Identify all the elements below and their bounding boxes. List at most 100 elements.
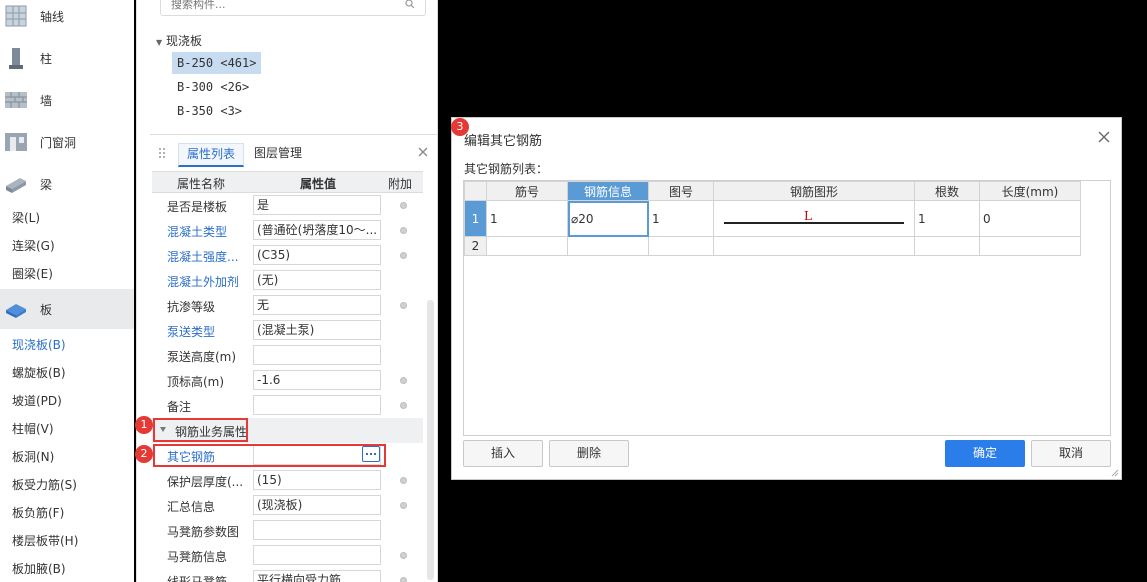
prop-row-remark: 备注 [152, 393, 423, 418]
drag-handle-icon[interactable] [158, 147, 166, 159]
nav-cat-label: 柱 [40, 51, 53, 66]
extra-checkbox[interactable] [400, 552, 407, 559]
rebar-grid: 筋号 钢筋信息 图号 钢筋图形 根数 长度(mm) 1 1 ⌀20 1 L 1 … [463, 180, 1111, 436]
cell-figure-no[interactable]: 1 [648, 200, 714, 237]
prop-row-concrete-type: 混凝土类型 (普通砼(坍落度10～... [152, 218, 423, 243]
cell-rebar-shape[interactable]: L [713, 200, 915, 237]
prop-value[interactable] [253, 545, 381, 565]
tree-item-b300[interactable]: B-300 <26> [172, 76, 254, 98]
nav-item-beam-l[interactable]: 梁(L) [12, 210, 40, 226]
nav-cat-label: 轴线 [40, 9, 65, 24]
cell-bar-no[interactable] [486, 236, 568, 256]
insert-button[interactable]: 插入 [463, 440, 543, 467]
nav-cat-column[interactable]: 柱 [0, 38, 134, 78]
row-index[interactable]: 1 [464, 200, 487, 237]
door-window-icon [5, 133, 27, 151]
nav-item-slab-haunch[interactable]: 板加腋(B) [12, 561, 66, 577]
nav-item-spiral-slab[interactable]: 螺旋板(B) [12, 365, 66, 381]
nav-item-cast-slab[interactable]: 现浇板(B) [12, 337, 66, 353]
col-bar-no[interactable]: 筋号 [486, 181, 568, 201]
prop-value[interactable]: -1.6 [253, 370, 381, 390]
prop-name[interactable]: 混凝土类型 [167, 223, 253, 240]
tree-item-b250[interactable]: B-250 <461> [172, 52, 262, 74]
prop-value[interactable]: (C35) [253, 245, 381, 265]
prop-value[interactable]: (现浇板) [253, 495, 381, 515]
tree-item-b350[interactable]: B-350 <3> [172, 100, 247, 122]
cancel-button[interactable]: 取消 [1031, 440, 1111, 467]
extra-checkbox[interactable] [400, 202, 407, 209]
cell-rebar-info[interactable]: ⌀20 [567, 200, 649, 237]
close-icon[interactable] [418, 147, 428, 157]
search-icon[interactable] [405, 0, 415, 9]
tab-layer-management[interactable]: 图层管理 [246, 143, 310, 167]
cell-length[interactable]: 0 [979, 200, 1081, 237]
extra-checkbox[interactable] [400, 227, 407, 234]
prop-name: 备注 [167, 400, 192, 414]
cell-rebar-shape[interactable] [713, 236, 915, 256]
nav-cat-label: 门窗洞 [40, 135, 77, 150]
tab-property-list[interactable]: 属性列表 [178, 143, 245, 167]
prop-value[interactable] [253, 395, 381, 415]
extra-checkbox[interactable] [400, 477, 407, 484]
prop-row-chair-bar-info: 马凳筋信息 [152, 543, 423, 568]
extra-checkbox[interactable] [400, 577, 407, 582]
prop-name: 马凳筋信息 [167, 550, 228, 564]
extra-checkbox[interactable] [400, 302, 407, 309]
prop-name: 抗渗等级 [167, 300, 216, 314]
nav-cat-beam[interactable]: 梁 [0, 164, 134, 204]
cell-length[interactable] [979, 236, 1081, 256]
nav-item-ring-beam[interactable]: 圈梁(E) [12, 266, 53, 282]
prop-value[interactable]: 是 [253, 195, 381, 215]
col-length[interactable]: 长度(mm) [979, 181, 1081, 201]
cell-bar-no[interactable]: 1 [486, 200, 568, 237]
prop-name[interactable]: 混凝土外加剂 [167, 273, 253, 290]
col-rebar-shape[interactable]: 钢筋图形 [713, 181, 915, 201]
cell-figure-no[interactable] [648, 236, 714, 256]
nav-item-coupling-beam[interactable]: 连梁(G) [12, 238, 55, 254]
cell-count[interactable] [914, 236, 980, 256]
search-input[interactable] [171, 0, 391, 13]
nav-item-slab-strip[interactable]: 楼层板带(H) [12, 533, 78, 549]
row-index[interactable]: 2 [464, 236, 487, 256]
cell-count[interactable]: 1 [914, 200, 980, 237]
column-icon [9, 48, 23, 69]
table-header-row: 筋号 钢筋信息 图号 钢筋图形 根数 长度(mm) [464, 181, 1081, 201]
prop-row-impermeability: 抗渗等级 无 [152, 293, 423, 318]
col-figure-no[interactable]: 图号 [648, 181, 714, 201]
nav-cat-slab[interactable]: 板 [0, 289, 134, 329]
extra-checkbox[interactable] [400, 252, 407, 259]
col-count[interactable]: 根数 [914, 181, 980, 201]
nav-item-column-cap[interactable]: 柱帽(V) [12, 421, 54, 437]
prop-name: 线形马凳筋... [167, 575, 239, 582]
nav-item-slab-main-rebar[interactable]: 板受力筋(S) [12, 477, 77, 493]
ok-button[interactable]: 确定 [945, 440, 1025, 467]
prop-value[interactable]: (混凝土泵) [253, 320, 381, 340]
nav-item-slab-hole[interactable]: 板洞(N) [12, 449, 54, 465]
prop-value[interactable]: (无) [253, 270, 381, 290]
property-scrollbar[interactable] [427, 300, 434, 580]
prop-value[interactable]: (15) [253, 470, 381, 490]
nav-item-ramp[interactable]: 坡道(PD) [12, 393, 62, 409]
col-rebar-info[interactable]: 钢筋信息 [567, 181, 649, 201]
tree-root-cast-slab[interactable]: ▼ 现浇板 [156, 32, 202, 49]
prop-value[interactable]: 无 [253, 295, 381, 315]
prop-value[interactable] [253, 345, 381, 365]
prop-name: 保护层厚度(... [167, 475, 244, 489]
nav-cat-door-window[interactable]: 门窗洞 [0, 122, 134, 162]
component-nav: 轴线 柱 墙 门窗洞 梁 梁(L) 连梁(G) 圈梁(E) 板 现浇板(B) 螺… [0, 0, 134, 582]
extra-checkbox[interactable] [400, 502, 407, 509]
delete-button[interactable]: 删除 [549, 440, 629, 467]
close-icon[interactable] [1097, 130, 1111, 144]
prop-name[interactable]: 泵送类型 [167, 323, 253, 340]
prop-value[interactable]: 平行横向受力筋 [253, 570, 381, 582]
prop-value[interactable] [253, 520, 381, 540]
nav-item-slab-neg-rebar[interactable]: 板负筋(F) [12, 505, 64, 521]
prop-value[interactable]: (普通砼(坍落度10～... [253, 220, 381, 240]
resize-grip-icon[interactable] [1111, 469, 1119, 477]
nav-cat-wall[interactable]: 墙 [0, 80, 134, 120]
extra-checkbox[interactable] [400, 377, 407, 384]
prop-name[interactable]: 混凝土强度... [167, 248, 253, 265]
nav-cat-axis[interactable]: 轴线 [0, 0, 134, 36]
extra-checkbox[interactable] [400, 402, 407, 409]
cell-rebar-info[interactable] [567, 236, 649, 256]
